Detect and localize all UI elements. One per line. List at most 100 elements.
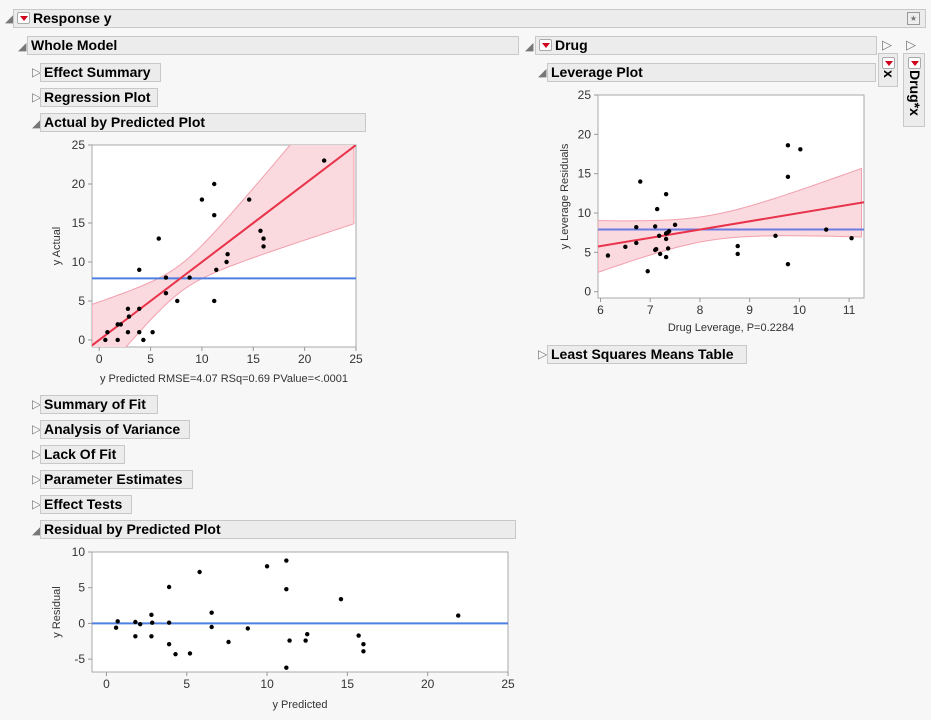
data-point	[246, 197, 252, 202]
data-point	[258, 228, 263, 233]
data-point	[137, 621, 143, 627]
data-point	[187, 275, 192, 280]
residual-by-predicted-group: 0 5 10 15 20 25 -5 0 5 10 y Predicted y Residual	[51, 545, 515, 711]
data-point	[785, 261, 791, 267]
data-point	[634, 224, 639, 230]
y-tick-label: 20	[72, 177, 86, 191]
data-point	[141, 337, 146, 343]
data-point	[126, 314, 132, 319]
y-axis-label: y Residual	[51, 586, 63, 637]
y-tick-label: 0	[584, 285, 591, 299]
data-point	[225, 251, 230, 257]
data-point	[103, 337, 108, 343]
y-tick-label: 10	[72, 545, 86, 559]
data-point	[361, 649, 366, 654]
data-point	[735, 251, 740, 257]
data-point	[199, 197, 205, 202]
data-point	[663, 254, 669, 260]
y-tick-label: 5	[584, 245, 591, 259]
y-tick-label: 25	[578, 88, 592, 102]
y-tick-label: 10	[578, 206, 592, 220]
data-point	[173, 651, 178, 657]
data-point	[166, 641, 172, 647]
data-point	[456, 613, 461, 618]
data-point	[656, 233, 662, 239]
x-tick-label: 0	[103, 677, 110, 691]
data-point	[149, 612, 154, 618]
y-tick-label: 10	[72, 255, 86, 269]
data-point	[166, 584, 172, 590]
data-point	[105, 329, 110, 335]
y-axis-label: y Leverage Residuals	[559, 143, 571, 249]
data-point	[261, 244, 266, 249]
data-point	[356, 633, 361, 638]
x-axis-label: Drug Leverage, P=0.2284	[668, 322, 794, 334]
x-tick-label: 8	[697, 303, 704, 317]
data-point	[261, 236, 266, 241]
x-tick-label: 20	[298, 352, 312, 366]
y-tick-label: -5	[74, 652, 85, 666]
data-point	[653, 247, 659, 252]
data-point	[338, 596, 344, 602]
data-point	[305, 631, 310, 637]
data-point	[209, 610, 214, 615]
data-point	[634, 240, 639, 246]
data-point	[150, 620, 155, 625]
data-point	[798, 147, 803, 152]
data-point	[645, 269, 650, 274]
data-point	[654, 206, 660, 212]
data-point	[284, 586, 289, 592]
y-tick-label: 20	[578, 127, 592, 141]
data-point	[672, 222, 678, 228]
x-tick-label: 11	[843, 303, 856, 317]
data-point	[652, 224, 658, 229]
data-point	[849, 236, 854, 241]
x-tick-label: 9	[746, 303, 753, 317]
data-point	[657, 251, 663, 257]
data-point	[623, 244, 628, 250]
data-point	[638, 179, 643, 184]
x-axis-label: y Predicted	[272, 699, 327, 711]
y-tick-label: 5	[78, 581, 85, 595]
data-point	[163, 290, 169, 296]
x-tick-label: 10	[195, 352, 209, 366]
data-point	[212, 181, 217, 187]
data-point	[303, 638, 308, 643]
data-point	[133, 619, 138, 625]
x-tick-label: 5	[147, 352, 154, 366]
y-tick-label: 5	[78, 294, 85, 308]
data-point	[175, 298, 180, 304]
y-tick-label: 0	[78, 333, 85, 347]
data-point	[785, 143, 791, 148]
data-point	[149, 634, 154, 639]
leverage-plot-group: 6 7 8 9 10 11 0 5 10 15 20 25 Drug Leverage, P=0.228…	[559, 88, 865, 334]
data-point	[666, 228, 672, 234]
data-point	[125, 306, 131, 311]
data-point	[187, 651, 193, 656]
data-point	[113, 625, 119, 630]
data-point	[115, 619, 120, 624]
x-tick-label: 20	[421, 677, 435, 691]
data-point	[150, 329, 155, 335]
x-tick-label: 5	[183, 677, 190, 691]
data-point	[361, 641, 366, 647]
data-point	[214, 267, 219, 272]
data-point	[115, 337, 120, 343]
x-tick-label: 0	[96, 352, 103, 366]
data-point	[137, 306, 142, 311]
x-tick-label: 15	[247, 352, 261, 366]
y-tick-label: 0	[78, 616, 85, 630]
data-point	[605, 253, 611, 258]
data-point	[137, 329, 142, 335]
x-axis-label: y Predicted RMSE=4.07 RSq=0.69 PValue=<.…	[100, 373, 348, 385]
data-point	[287, 638, 292, 643]
x-tick-label: 25	[349, 352, 363, 366]
data-point	[212, 212, 217, 218]
actual-by-predicted-group: 0 5 10 15 20 250510152025y Predicted RMSE=4.0…	[51, 138, 363, 385]
data-point	[284, 558, 289, 563]
data-point	[824, 227, 829, 232]
data-point	[118, 322, 123, 327]
y-tick-label: 15	[72, 216, 86, 230]
data-point	[663, 191, 669, 197]
data-point	[663, 236, 669, 242]
